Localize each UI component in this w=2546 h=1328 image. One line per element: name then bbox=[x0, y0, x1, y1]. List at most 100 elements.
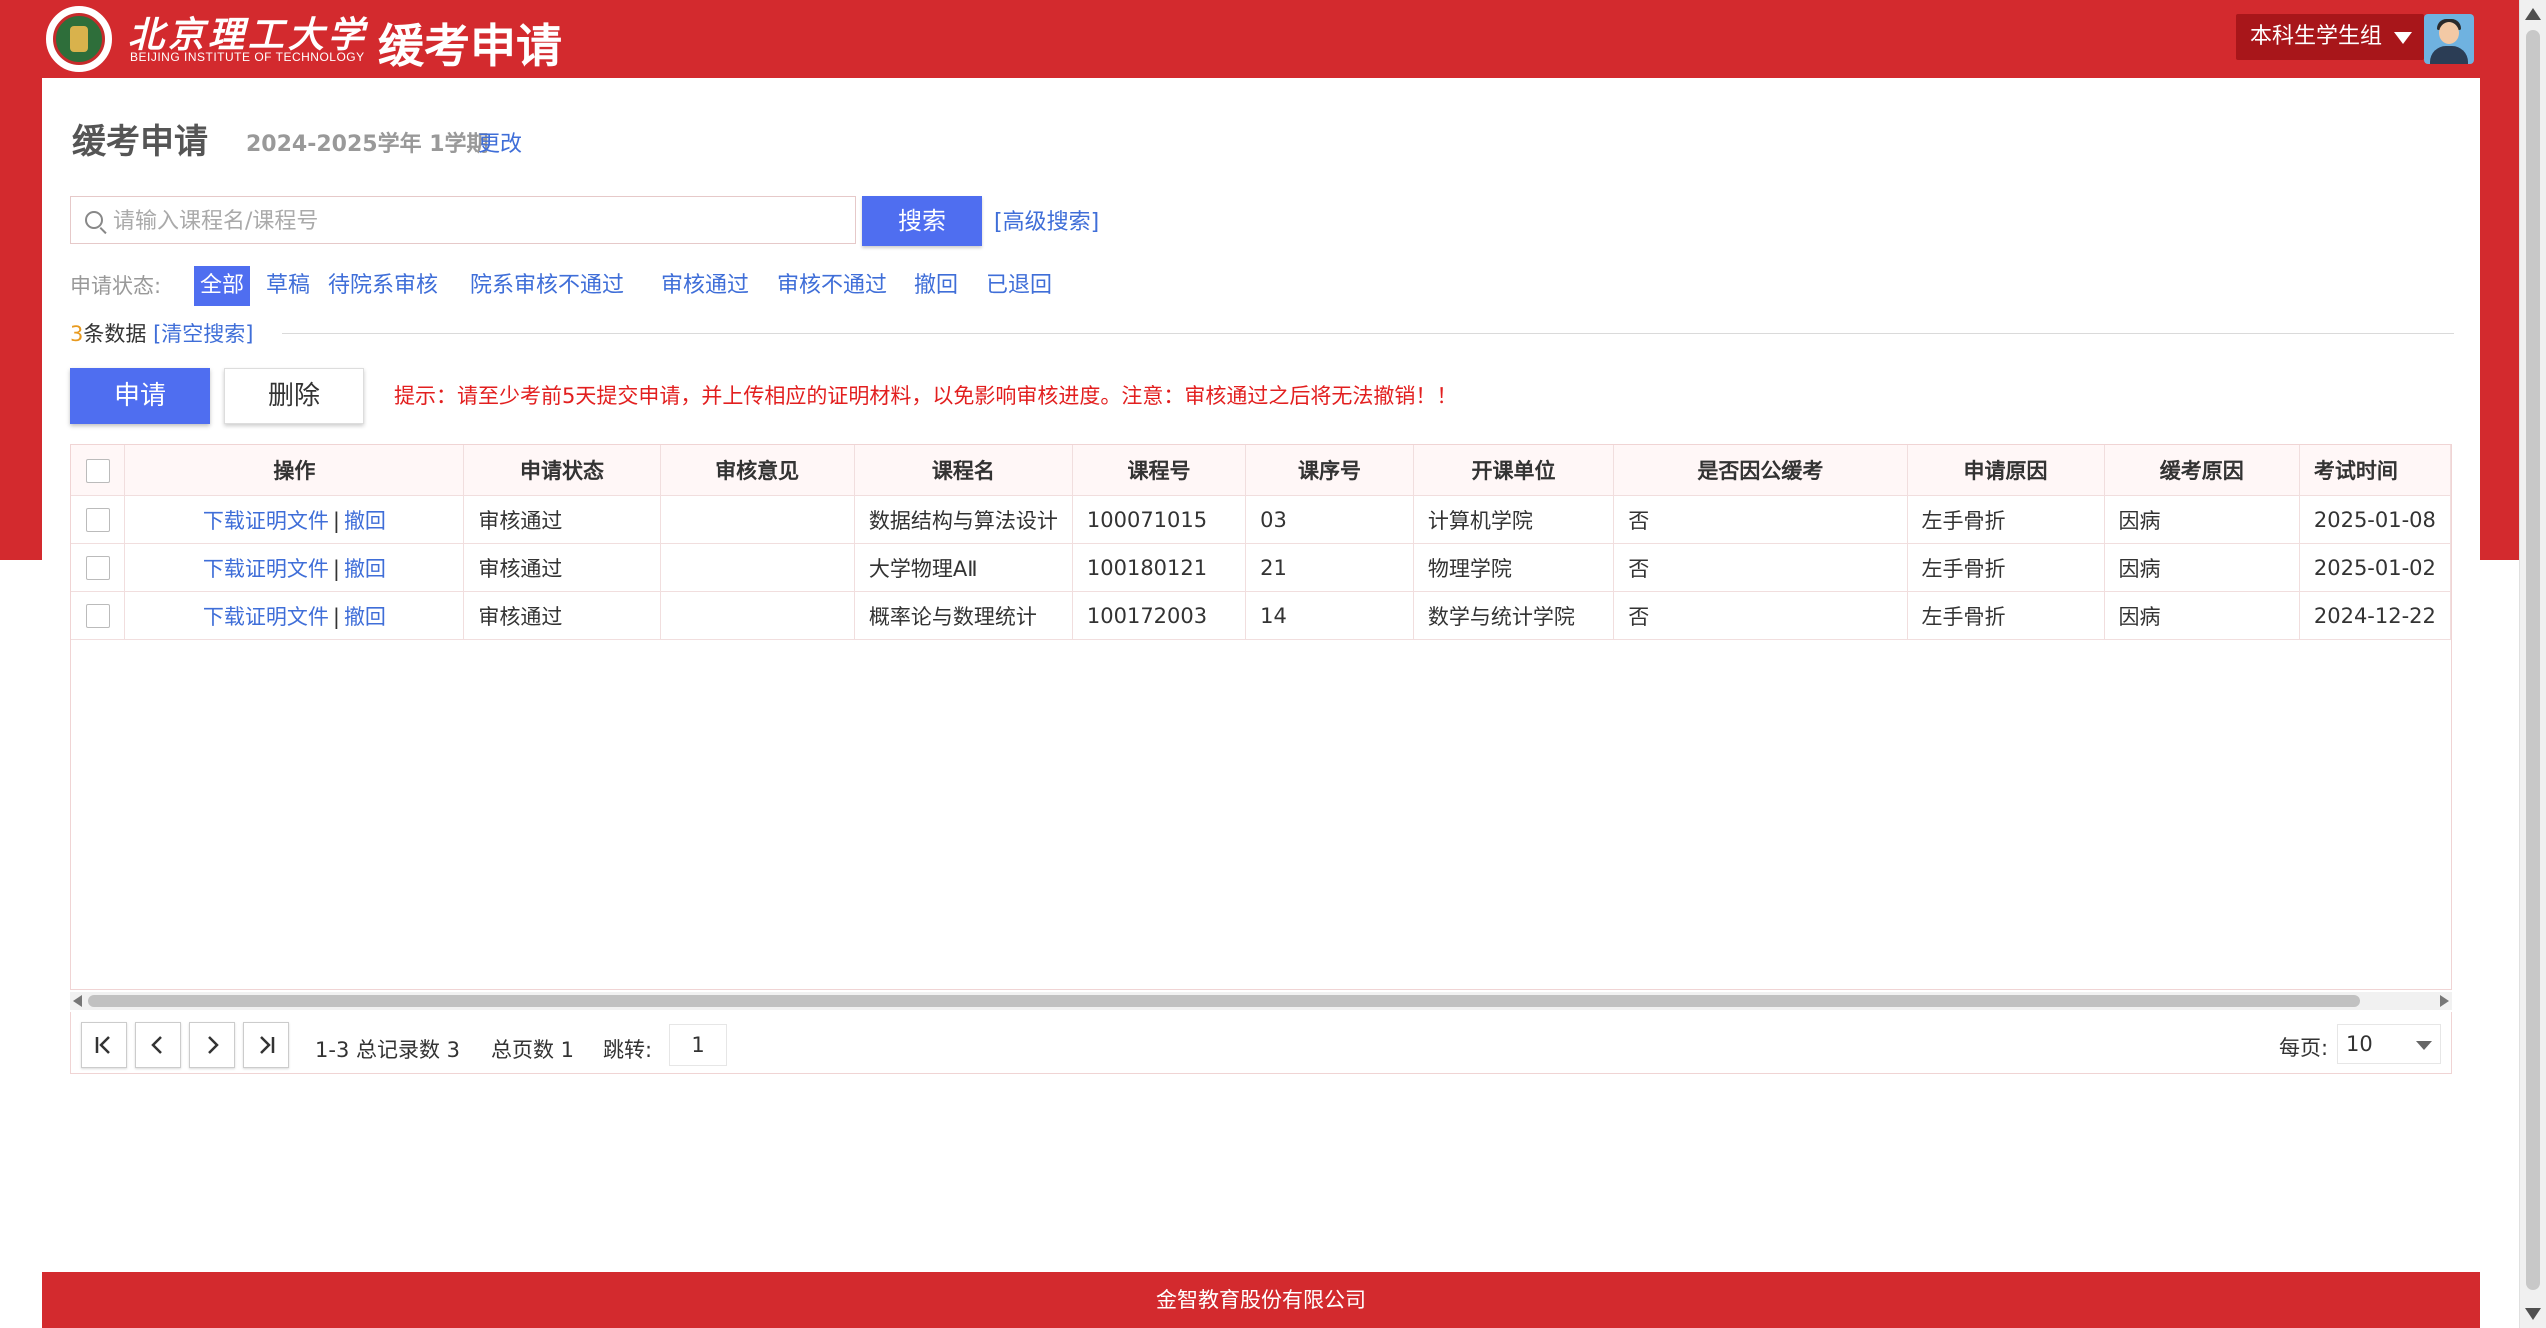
change-term-link[interactable]: 更改 bbox=[478, 126, 522, 158]
cell-course-no: 100172003 bbox=[1072, 591, 1247, 640]
download-proof-link[interactable]: 下载证明文件 bbox=[203, 509, 329, 533]
download-proof-link[interactable]: 下载证明文件 bbox=[203, 605, 329, 629]
scroll-thumb[interactable] bbox=[2526, 30, 2540, 1290]
cell-opinion bbox=[660, 543, 855, 592]
column-header: 缓考原因 bbox=[2104, 445, 2300, 496]
withdraw-link[interactable]: 撤回 bbox=[344, 557, 386, 581]
pagination: 1-3 总记录数 3 总页数 1 跳转: 1 每页: 10 bbox=[70, 1012, 2452, 1074]
withdraw-link[interactable]: 撤回 bbox=[344, 605, 386, 629]
top-header: 北京理工大学 BEIJING INSTITUTE OF TECHNOLOGY 缓… bbox=[40, 0, 2480, 76]
cell-course: 概率论与数理统计 bbox=[854, 591, 1073, 640]
advanced-search-link[interactable]: [高级搜索] bbox=[994, 204, 1099, 236]
column-header: 申请原因 bbox=[1907, 445, 2105, 496]
status-tab-rejected[interactable]: 审核不通过 bbox=[777, 266, 887, 306]
chevron-right-icon bbox=[208, 1036, 219, 1054]
next-page-button[interactable] bbox=[189, 1022, 235, 1068]
last-page-button[interactable] bbox=[243, 1022, 289, 1068]
cell-seq: 21 bbox=[1245, 543, 1414, 592]
row-checkbox[interactable] bbox=[71, 543, 126, 592]
cell-defer-reason: 因病 bbox=[2104, 495, 2300, 544]
row-checkbox[interactable] bbox=[71, 591, 126, 640]
status-tab-withdrawn[interactable]: 撤回 bbox=[914, 266, 958, 306]
role-dropdown[interactable]: 本科生学生组 bbox=[2236, 14, 2424, 60]
delete-button[interactable]: 删除 bbox=[224, 368, 364, 424]
page-title: 缓考申请 bbox=[72, 122, 208, 162]
cell-status: 审核通过 bbox=[463, 495, 661, 544]
per-page-select[interactable]: 10 bbox=[2337, 1024, 2441, 1064]
search-icon bbox=[85, 211, 103, 229]
result-count-suffix: 条数据 bbox=[83, 322, 147, 346]
cell-course-no: 100180121 bbox=[1072, 543, 1247, 592]
column-header: 开课单位 bbox=[1413, 445, 1615, 496]
user-avatar[interactable] bbox=[2424, 14, 2474, 64]
table-row: 下载证明文件 | 撤回 审核通过 数据结构与算法设计 100071015 03 计算… bbox=[71, 495, 2451, 544]
first-page-button[interactable] bbox=[81, 1022, 127, 1068]
first-page-icon bbox=[95, 1036, 110, 1054]
cell-official: 否 bbox=[1613, 543, 1908, 592]
column-header: 考试时间 bbox=[2299, 445, 2451, 496]
main-card: 缓考申请 2024-2025学年 1学期 更改 搜索 [高级搜索] 申请状态: … bbox=[42, 78, 2480, 1272]
cell-dept: 数学与统计学院 bbox=[1413, 591, 1615, 640]
per-page-label: 每页: bbox=[2279, 1036, 2329, 1060]
cell-seq: 14 bbox=[1245, 591, 1414, 640]
cell-official: 否 bbox=[1613, 591, 1908, 640]
cell-opinion bbox=[660, 495, 855, 544]
search-box bbox=[70, 196, 856, 245]
result-count-number: 3 bbox=[70, 322, 84, 346]
withdraw-link[interactable]: 撤回 bbox=[344, 509, 386, 533]
status-tab-returned[interactable]: 已退回 bbox=[986, 266, 1052, 306]
jump-page-input[interactable]: 1 bbox=[669, 1024, 727, 1066]
scroll-down-icon[interactable] bbox=[2525, 1308, 2541, 1320]
university-logo-icon bbox=[46, 6, 112, 72]
role-label: 本科生学生组 bbox=[2250, 24, 2383, 49]
scroll-right-icon[interactable] bbox=[2440, 995, 2449, 1007]
search-button[interactable]: 搜索 bbox=[862, 196, 982, 246]
cell-defer-reason: 因病 bbox=[2104, 591, 2300, 640]
clear-search-link[interactable]: [清空搜索] bbox=[153, 322, 253, 346]
row-actions: 下载证明文件 | 撤回 bbox=[124, 543, 465, 592]
cell-status: 审核通过 bbox=[463, 591, 661, 640]
cell-status: 审核通过 bbox=[463, 543, 661, 592]
chevron-down-icon bbox=[2416, 1041, 2432, 1050]
row-checkbox[interactable] bbox=[71, 495, 126, 544]
column-header: 课程号 bbox=[1072, 445, 1247, 496]
jump-label: 跳转: bbox=[603, 1038, 653, 1062]
column-header: 操作 bbox=[124, 445, 465, 496]
chevron-left-icon bbox=[151, 1036, 162, 1054]
cell-dept: 计算机学院 bbox=[1413, 495, 1615, 544]
row-actions: 下载证明文件 | 撤回 bbox=[124, 591, 465, 640]
status-tab-approved[interactable]: 审核通过 bbox=[661, 266, 749, 306]
footer: 金智教育股份有限公司 bbox=[42, 1272, 2480, 1328]
status-tab-pending-dept[interactable]: 待院系审核 bbox=[328, 266, 438, 306]
table-header-row: 操作 申请状态 审核意见 课程名 课程号 课序号 开课单位 是否因公缓考 申请原… bbox=[71, 445, 2451, 496]
cell-exam-time: 2025-01-02 bbox=[2299, 543, 2451, 592]
status-tab-dept-rejected[interactable]: 院系审核不通过 bbox=[470, 266, 624, 306]
cell-exam-time: 2025-01-08 bbox=[2299, 495, 2451, 544]
cell-course: 数据结构与算法设计 bbox=[854, 495, 1073, 544]
status-filter-label: 申请状态: bbox=[70, 274, 162, 298]
column-header: 是否因公缓考 bbox=[1613, 445, 1908, 496]
cell-seq: 03 bbox=[1245, 495, 1414, 544]
table-horizontal-scrollbar[interactable] bbox=[70, 992, 2452, 1010]
download-proof-link[interactable]: 下载证明文件 bbox=[203, 557, 329, 581]
cell-course-no: 100071015 bbox=[1072, 495, 1247, 544]
scroll-thumb[interactable] bbox=[88, 995, 2360, 1007]
prev-page-button[interactable] bbox=[135, 1022, 181, 1068]
status-tab-all[interactable]: 全部 bbox=[194, 266, 251, 306]
table-row: 下载证明文件 | 撤回 审核通过 概率论与数理统计 100172003 14 数学与… bbox=[71, 591, 2451, 640]
scroll-up-icon[interactable] bbox=[2525, 8, 2541, 20]
scroll-left-icon[interactable] bbox=[73, 995, 82, 1007]
column-header: 课序号 bbox=[1245, 445, 1414, 496]
notice-tip: 提示：请至少考前5天提交申请，并上传相应的证明材料，以免影响审核进度。注意：审核… bbox=[394, 384, 1458, 408]
search-input[interactable] bbox=[111, 197, 845, 245]
select-all-checkbox[interactable] bbox=[71, 445, 126, 496]
total-pages: 总页数 1 bbox=[491, 1038, 575, 1062]
page-vertical-scrollbar[interactable] bbox=[2519, 0, 2546, 1328]
apply-button[interactable]: 申请 bbox=[70, 368, 210, 424]
footer-company: 金智教育股份有限公司 bbox=[1156, 1288, 1366, 1312]
record-range: 1-3 总记录数 3 bbox=[315, 1038, 461, 1062]
column-header: 审核意见 bbox=[660, 445, 855, 496]
column-header: 课程名 bbox=[854, 445, 1073, 496]
cell-official: 否 bbox=[1613, 495, 1908, 544]
status-tab-draft[interactable]: 草稿 bbox=[266, 266, 310, 306]
